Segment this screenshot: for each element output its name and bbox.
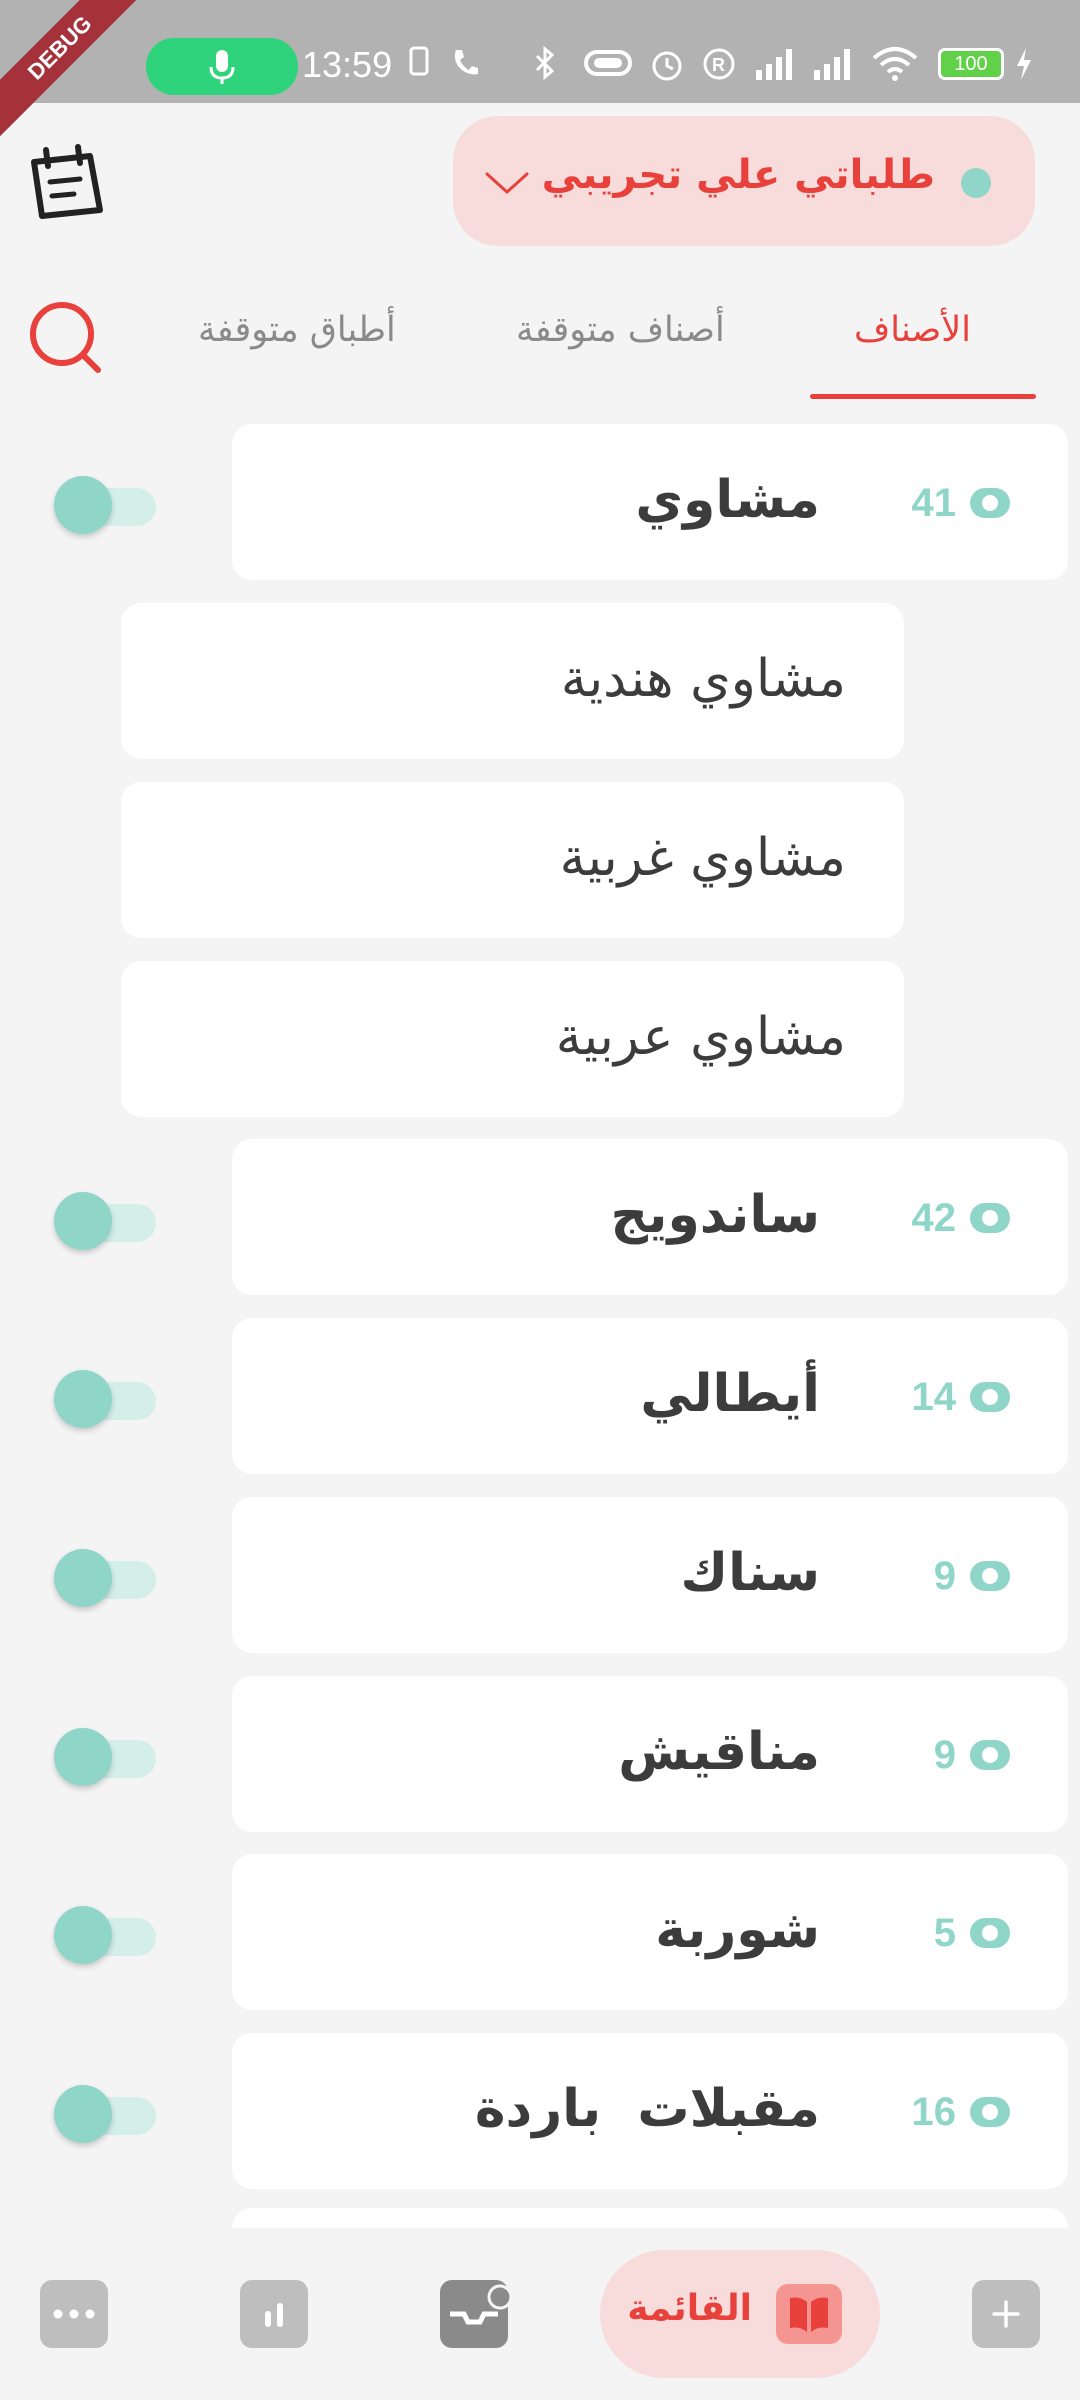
signal-icon	[756, 49, 792, 80]
category-toggle[interactable]	[54, 1900, 156, 1964]
item-count: 9	[933, 1732, 956, 1777]
category-name: مشاوي	[635, 470, 820, 530]
toggle-knob	[54, 1549, 112, 1607]
toggle-knob	[54, 1370, 112, 1428]
toggle-knob	[54, 476, 112, 534]
book-icon	[776, 2284, 842, 2344]
category-name: مقبلات باردة	[474, 2079, 820, 2139]
toggle-knob	[54, 1192, 112, 1250]
category-count: 14	[911, 1372, 1010, 1422]
wifi-icon	[872, 47, 918, 81]
category-count: 42	[911, 1193, 1010, 1243]
registered-icon: R	[703, 48, 735, 80]
restaurant-name: طلباتي علي تجريبي	[541, 152, 935, 198]
category-count: 9	[934, 1551, 1010, 1601]
item-count: 16	[911, 2089, 957, 2134]
more-dots-icon	[53, 2309, 95, 2319]
category-count: 41	[911, 478, 1010, 528]
eye-icon	[970, 1561, 1010, 1591]
category-card[interactable]: ساندويج 42	[232, 1139, 1068, 1295]
subcategory-name: مشاوي غربية	[559, 828, 846, 888]
category-card[interactable]: مناقيش 9	[232, 1676, 1068, 1832]
bottom-navigation: القائمة	[0, 2228, 1080, 2400]
phone-icon	[454, 50, 478, 75]
mic-indicator	[146, 38, 298, 95]
tab-stopped-categories[interactable]: أصناف متوقفة	[516, 310, 725, 350]
menu-tab-label: القائمة	[627, 2288, 752, 2329]
status-icons: R 100	[400, 44, 1060, 88]
debug-banner: DEBUG	[0, 0, 152, 140]
bar-chart-icon	[265, 2303, 283, 2327]
stats-button[interactable]	[240, 2280, 308, 2348]
category-count: 16	[911, 2087, 1010, 2137]
restaurant-selector[interactable]: طلباتي علي تجريبي	[453, 116, 1035, 246]
tab-stopped-dishes[interactable]: أطباق متوقفة	[198, 310, 396, 350]
category-card[interactable]: أيطالي 14	[232, 1318, 1068, 1474]
category-name: سناك	[680, 1543, 820, 1603]
category-tabs: الأصناف أصناف متوقفة أطباق متوقفة	[0, 290, 1080, 400]
status-time: 13:59	[302, 44, 393, 85]
microphone-icon	[209, 49, 235, 84]
active-tab-indicator	[810, 394, 1036, 399]
search-icon[interactable]	[26, 298, 106, 378]
eye-icon	[970, 1382, 1010, 1412]
category-card[interactable]: مقبلات باردة 16	[232, 2033, 1068, 2189]
category-card[interactable]: سناك 9	[232, 1497, 1068, 1653]
eye-icon	[970, 1918, 1010, 1948]
category-name: أيطالي	[640, 1364, 820, 1424]
category-toggle[interactable]	[54, 2079, 156, 2143]
category-toggle[interactable]	[54, 1543, 156, 1607]
category-name: ساندويج	[610, 1185, 820, 1245]
category-toggle[interactable]	[54, 1186, 156, 1250]
charging-icon	[1017, 48, 1031, 80]
signal-icon-2	[814, 49, 850, 80]
toggle-knob	[54, 2085, 112, 2143]
subcategory-name: مشاوي هندية	[560, 649, 846, 709]
category-name: مناقيش	[618, 1722, 820, 1782]
item-count: 5	[933, 1910, 956, 1955]
add-button[interactable]	[972, 2280, 1040, 2348]
item-count: 41	[911, 480, 957, 525]
subcategory-card[interactable]: مشاوي عربية	[121, 961, 904, 1117]
toggle-knob	[54, 1906, 112, 1964]
category-toggle[interactable]	[54, 1364, 156, 1428]
category-toggle[interactable]	[54, 470, 156, 534]
eye-icon	[970, 2097, 1010, 2127]
category-count: 5	[934, 1908, 1010, 1958]
category-toggle[interactable]	[54, 1722, 156, 1786]
chevron-down-icon	[485, 172, 529, 194]
status-bar: 13:59 R 100 DEBUG	[0, 0, 1080, 140]
subcategory-card[interactable]: مشاوي هندية	[121, 603, 904, 759]
calendar-icon[interactable]	[24, 144, 108, 224]
battery-indicator: 100	[938, 48, 1004, 80]
category-count: 9	[934, 1730, 1010, 1780]
category-card[interactable]: شوربة 5	[232, 1854, 1068, 2010]
item-count: 9	[933, 1553, 956, 1598]
item-count: 42	[911, 1195, 957, 1240]
notification-dot-icon	[487, 2284, 513, 2310]
more-button[interactable]	[40, 2280, 108, 2348]
bluetooth-icon	[535, 45, 555, 81]
eye-icon	[970, 1740, 1010, 1770]
eye-icon	[970, 488, 1010, 518]
category-name: شوربة	[655, 1900, 820, 1960]
alarm-icon	[652, 51, 682, 81]
menu-tab[interactable]: القائمة	[600, 2250, 880, 2378]
subcategory-card[interactable]: مشاوي غربية	[121, 782, 904, 938]
tab-categories[interactable]: الأصناف	[854, 310, 971, 350]
status-dot	[961, 168, 991, 198]
sim-icon	[409, 46, 429, 76]
svg-text:R: R	[712, 55, 725, 75]
category-card[interactable]: مشاوي 41	[232, 424, 1068, 580]
eye-icon	[970, 1203, 1010, 1233]
toggle-knob	[54, 1728, 112, 1786]
item-count: 14	[911, 1374, 957, 1419]
vibrate-icon	[584, 50, 632, 76]
subcategory-name: مشاوي عربية	[555, 1007, 846, 1067]
app-screen: 13:59 R 100 DEBUG طلباتي علي تجريبي الأص…	[0, 0, 1080, 2400]
plus-icon	[992, 2300, 1020, 2328]
